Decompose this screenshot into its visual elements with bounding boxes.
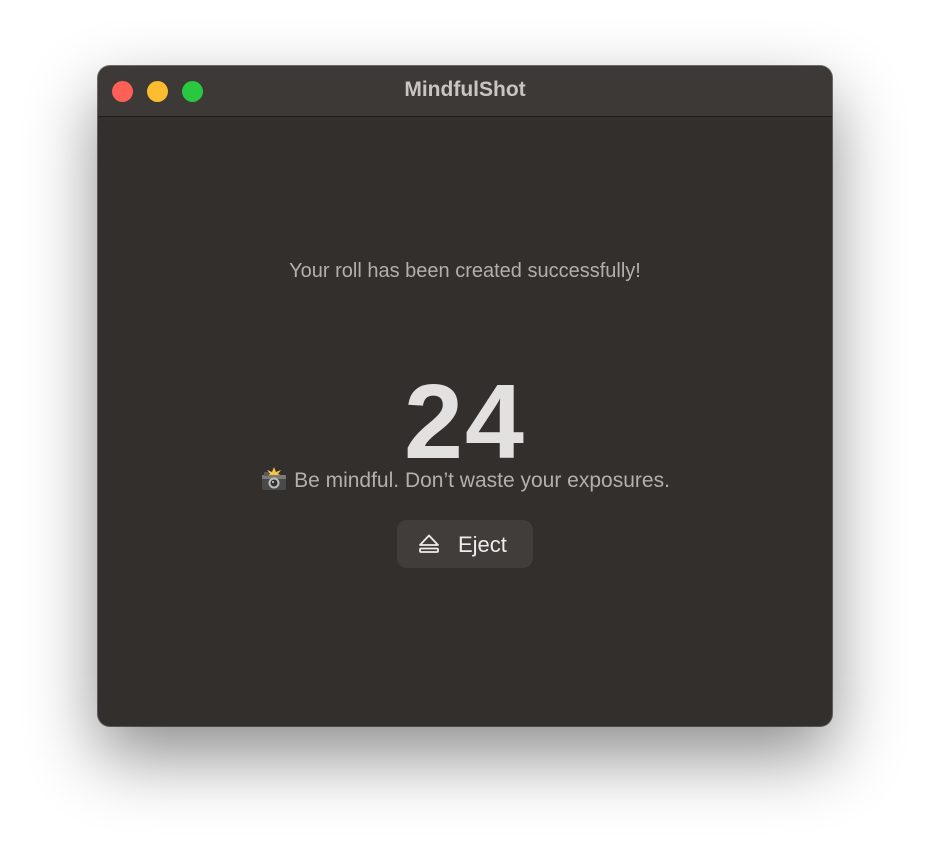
title-bar[interactable]: MindfulShot — [98, 66, 832, 117]
eject-button-label: Eject — [458, 532, 507, 557]
success-message: Your roll has been created successfully! — [289, 260, 641, 282]
app-window: MindfulShot Your roll has been created s… — [98, 66, 832, 726]
camera-with-flash-icon — [260, 467, 288, 497]
tagline: Be mindful. Don’t waste your exposures. — [98, 467, 832, 497]
eject-button[interactable]: Eject — [397, 520, 533, 568]
eject-icon — [418, 534, 440, 559]
window-title: MindfulShot — [404, 78, 526, 101]
exposures-count: 24 — [404, 363, 526, 481]
tagline-text: Be mindful. Don’t waste your exposures. — [294, 469, 670, 492]
main-content: Your roll has been created successfully!… — [98, 117, 832, 726]
